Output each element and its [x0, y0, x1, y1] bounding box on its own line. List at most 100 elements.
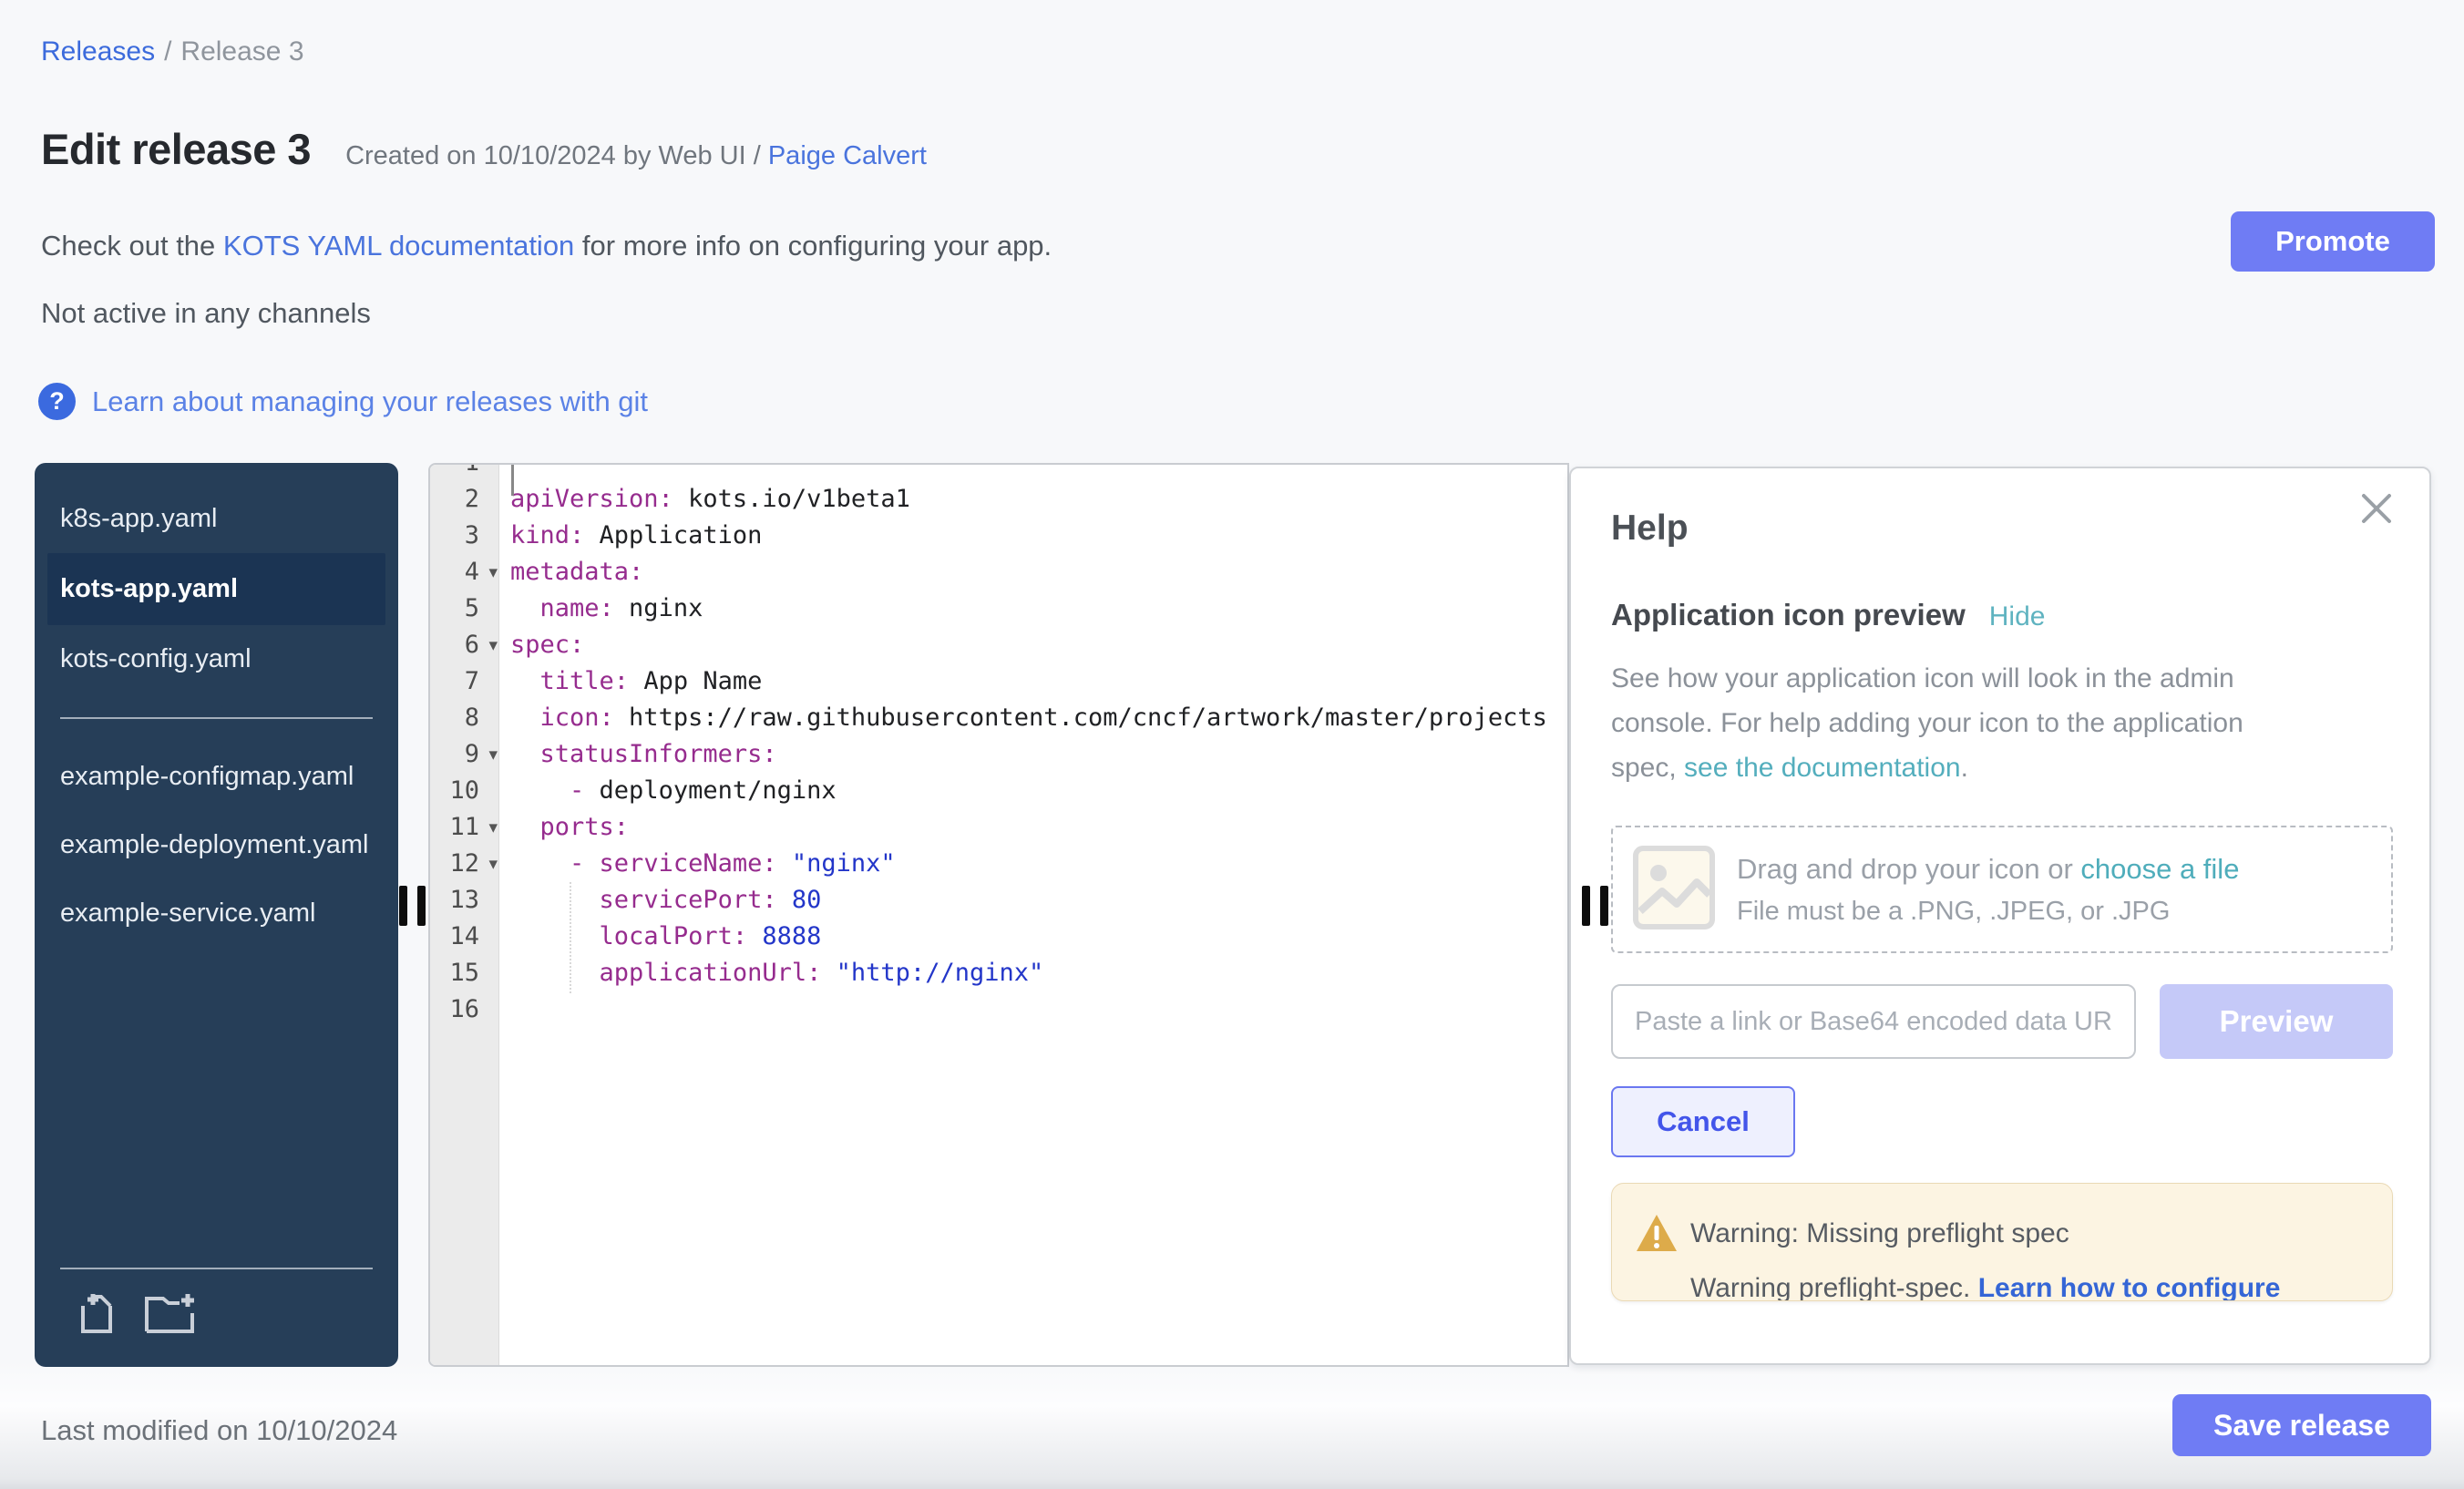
code-line: 1--- [430, 463, 1567, 481]
line-number: 3 [430, 518, 479, 554]
line-number: 5 [430, 590, 479, 627]
docs-suffix: for more info on configuring your app. [574, 230, 1052, 262]
code-line: 6▾spec: [430, 627, 1567, 663]
preview-button[interactable]: Preview [2160, 984, 2393, 1059]
code-line: 7 title: App Name [430, 663, 1567, 700]
icon-dropzone[interactable]: Drag and drop your icon or choose a file… [1611, 826, 2393, 953]
line-number: 4 [430, 554, 479, 590]
author-link[interactable]: Paige Calvert [768, 141, 927, 170]
breadcrumb-releases-link[interactable]: Releases [41, 36, 155, 67]
docs-line: Check out the KOTS YAML documentation fo… [41, 230, 1052, 262]
new-file-icon[interactable] [76, 1291, 118, 1340]
code-line: 8 icon: https://raw.githubusercontent.co… [430, 700, 1567, 736]
kots-docs-link[interactable]: KOTS YAML documentation [223, 230, 574, 262]
paste-row: Preview [1611, 984, 2393, 1059]
file-list: k8s-app.yamlkots-app.yamlkots-config.yam… [35, 463, 398, 948]
cancel-button[interactable]: Cancel [1611, 1086, 1795, 1157]
line-number: 11 [430, 809, 479, 846]
sidebar-editor-resize-handle[interactable] [399, 886, 407, 926]
docs-prefix: Check out the [41, 230, 223, 262]
code-line: 4▾metadata: [430, 554, 1567, 590]
choose-file-link[interactable]: choose a file [2080, 853, 2239, 885]
code-line: 15 applicationUrl: "http://nginx" [430, 955, 1567, 991]
warning-detail: Warning preflight-spec. Learn how to con… [1690, 1273, 2280, 1301]
code-line: 11▾ ports: [430, 809, 1567, 846]
new-folder-icon[interactable] [143, 1291, 196, 1340]
title-row: Edit release 3 Created on 10/10/2024 by … [41, 124, 927, 174]
line-number: 15 [430, 955, 479, 991]
editor-help-resize-handle[interactable] [1600, 886, 1608, 926]
file-item[interactable]: example-deployment.yaml [35, 811, 398, 879]
section-title: Application icon preview [1611, 598, 1966, 632]
preflight-warning-box: Warning: Missing preflight spec Warning … [1611, 1183, 2393, 1301]
save-release-button[interactable]: Save release [2172, 1394, 2431, 1456]
line-number: 8 [430, 700, 479, 736]
git-releases-link[interactable]: Learn about managing your releases with … [92, 385, 648, 418]
learn-configure-link[interactable]: Learn how to configure [1978, 1273, 2281, 1301]
help-desc-period: . [1961, 753, 1968, 783]
promote-button[interactable]: Promote [2231, 211, 2435, 272]
line-number: 16 [430, 991, 479, 1028]
file-item[interactable]: kots-config.yaml [35, 625, 398, 693]
dropzone-prefix: Drag and drop your icon or [1737, 853, 2080, 885]
fold-arrow-icon[interactable]: ▾ [488, 554, 498, 590]
line-number: 10 [430, 773, 479, 809]
fold-arrow-icon[interactable]: ▾ [488, 736, 498, 773]
warning-icon [1636, 1213, 1678, 1258]
line-number: 7 [430, 663, 479, 700]
yaml-code-editor[interactable]: 1---2apiVersion: kots.io/v1beta13kind: A… [428, 463, 1569, 1367]
line-number: 13 [430, 882, 479, 919]
code-line: 5 name: nginx [430, 590, 1567, 627]
code-line: 16 [430, 991, 1567, 1028]
file-item[interactable]: example-service.yaml [35, 879, 398, 948]
icon-preview-section-header: Application icon preview Hide [1611, 598, 2045, 632]
warning-detail-prefix: Warning preflight-spec. [1690, 1273, 1978, 1301]
file-item[interactable]: k8s-app.yaml [35, 485, 398, 553]
image-placeholder-icon [1633, 846, 1715, 934]
help-title: Help [1611, 508, 1689, 549]
code-lines: 1---2apiVersion: kots.io/v1beta13kind: A… [430, 463, 1567, 1028]
line-number: 1 [430, 463, 479, 481]
created-prefix: Created on 10/10/2024 by Web UI / [345, 141, 768, 170]
sidebar-bottom [35, 1268, 398, 1367]
code-line: 2apiVersion: kots.io/v1beta1 [430, 481, 1567, 518]
last-modified: Last modified on 10/10/2024 [41, 1414, 397, 1447]
fold-arrow-icon[interactable]: ▾ [488, 627, 498, 663]
help-panel: Help Application icon preview Hide See ho… [1569, 467, 2431, 1365]
code-line: 12▾ - serviceName: "nginx" [430, 846, 1567, 882]
hide-link[interactable]: Hide [1989, 601, 2046, 632]
help-description: See how your application icon will look … [1611, 656, 2313, 790]
fold-arrow-icon[interactable]: ▾ [488, 809, 498, 846]
close-icon[interactable] [2360, 492, 2393, 525]
code-line: 13 servicePort: 80 [430, 882, 1567, 919]
line-number: 6 [430, 627, 479, 663]
page-title: Edit release 3 [41, 124, 311, 174]
editor-help-resize-handle[interactable] [1582, 886, 1590, 926]
edit-release-page: Releases/Release 3 Edit release 3 Create… [0, 0, 2464, 1489]
code-line: 3kind: Application [430, 518, 1567, 554]
icon-url-input[interactable] [1611, 984, 2136, 1059]
fold-arrow-icon[interactable]: ▾ [488, 846, 498, 882]
sidebar-editor-resize-handle[interactable] [417, 886, 426, 926]
see-documentation-link[interactable]: see the documentation [1684, 753, 1961, 783]
breadcrumb-separator: / [164, 36, 171, 67]
code-line: 10 - deployment/nginx [430, 773, 1567, 809]
code-line: 14 localPort: 8888 [430, 919, 1567, 955]
git-help-row[interactable]: ? Learn about managing your releases wit… [38, 383, 648, 420]
dropzone-filetypes: File must be a .PNG, .JPEG, or .JPG [1737, 897, 2239, 927]
file-item[interactable]: kots-app.yaml [47, 553, 385, 625]
warning-title: Warning: Missing preflight spec [1690, 1218, 2069, 1249]
sidebar-bottom-divider [60, 1268, 373, 1269]
file-tree-sidebar: k8s-app.yamlkots-app.yamlkots-config.yam… [35, 463, 398, 1367]
editor-cursor [511, 465, 514, 496]
file-group-divider [60, 717, 373, 719]
file-item[interactable]: example-configmap.yaml [35, 743, 398, 811]
line-number: 9 [430, 736, 479, 773]
question-icon: ? [38, 383, 76, 420]
breadcrumb: Releases/Release 3 [41, 36, 304, 67]
code-line: 9▾ statusInformers: [430, 736, 1567, 773]
created-info: Created on 10/10/2024 by Web UI / Paige … [345, 141, 927, 171]
line-number: 12 [430, 846, 479, 882]
dropzone-text: Drag and drop your icon or choose a file… [1737, 853, 2239, 927]
line-number: 14 [430, 919, 479, 955]
